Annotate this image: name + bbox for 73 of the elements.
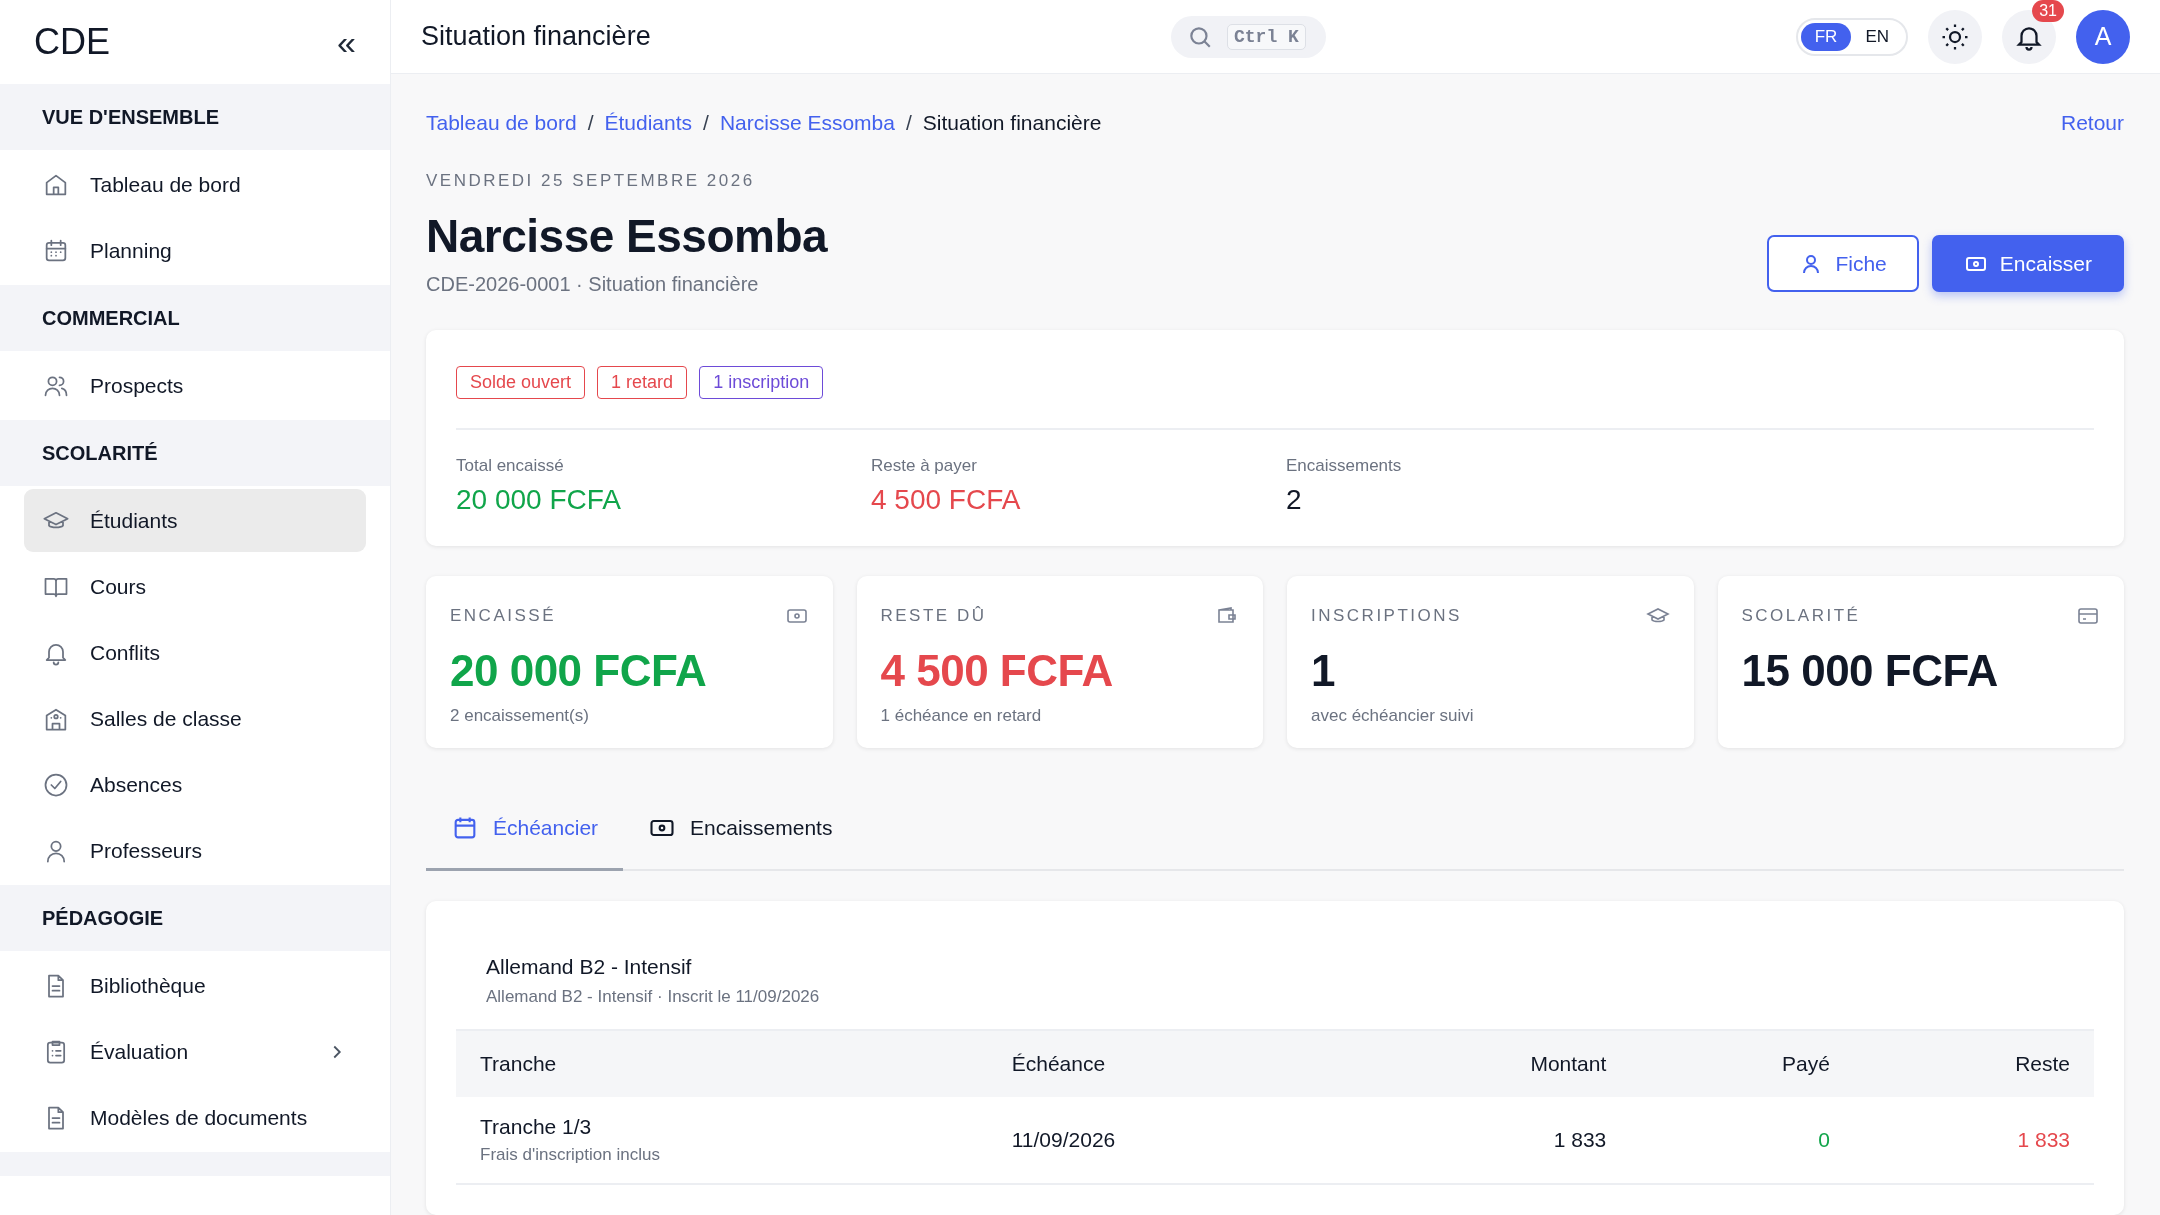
collect-button[interactable]: Encaisser [1931,235,2124,292]
metric-value: 2 [1286,484,1303,516]
stat-value: 1 [1311,646,1336,696]
page-title: Situation financière [421,21,652,52]
stat-note: 1 échéance en retard [880,706,1043,726]
stat-label: SCOLARITÉ [1741,606,1861,626]
breadcrumb-separator: / [703,111,709,135]
stat-label: RESTE DÛ [880,606,987,626]
stat-value: 15 000 FCFA [1741,646,1999,696]
sidebar-item[interactable]: Modèles de documents [24,1086,366,1149]
back-link[interactable]: Retour [2060,111,2124,135]
sidebar-item[interactable]: Étudiants [24,489,366,552]
collapse-sidebar-button[interactable]: « [337,22,356,62]
sidebar-item[interactable]: Bibliothèque [24,954,366,1017]
status-tag: 1 inscription [699,366,824,399]
section-heading: SCOLARITÉ [0,420,390,486]
metric-label: Encaissements [1286,456,1403,476]
sidebar-item[interactable]: Conflits [24,621,366,684]
sidebar-item[interactable]: Professeurs [24,819,366,882]
student-name: Narcisse Essomba [426,209,828,263]
breadcrumb-link[interactable]: Étudiants [604,111,693,135]
table-cell: 11/09/2026 [1011,1128,1116,1151]
sidebar-item[interactable]: Cours [24,555,366,618]
sidebar-item[interactable]: Planning [24,219,366,282]
column-header: Reste [1854,1030,2094,1097]
stat-note: avec échéancier suivi [1311,706,1475,726]
stat-label: INSCRIPTIONS [1311,606,1462,626]
column-header: Tranche [456,1030,988,1097]
breadcrumb-separator: / [587,111,594,135]
column-header: Montant [1341,1030,1631,1097]
metric-value: 4 500 FCFA [871,484,1022,516]
table-cell-text: Tranche 1/3 [480,1115,593,1139]
app-logo: CDE [34,21,110,63]
stat-label: ENCAISSÉ [450,606,556,626]
student-subtitle: CDE-2026-0001 · Situation financière [426,273,760,296]
profile-button[interactable]: Fiche [1767,235,1919,292]
section-heading: VUE D'ENSEMBLE [0,84,390,150]
section-heading: COMMERCIAL [0,285,390,351]
breadcrumb-link[interactable]: Narcisse Essomba [719,111,895,135]
metric-label: Total encaissé [456,456,565,476]
tab[interactable]: Encaissements [623,796,858,871]
table-cell: 1 833 [1553,1128,1607,1151]
sidebar-item[interactable]: Tableau de bord [24,153,366,216]
status-tag: 1 retard [597,366,688,399]
tab[interactable]: Échéancier [426,796,624,871]
status-tag: Solde ouvert [456,366,586,399]
metric-value: 20 000 FCFA [456,484,622,516]
course-title: Allemand B2 - Intensif [485,955,693,979]
table-cell-note: Frais d'inscription inclus [480,1145,661,1165]
sidebar-item[interactable]: Prospects [24,354,366,417]
avatar-button[interactable]: A [2076,9,2130,64]
breadcrumb-separator: / [905,111,912,135]
column-header: Échéance [987,1030,1342,1097]
shortcut-key: Ctrl K [1227,23,1306,50]
metric-label: Reste à payer [871,456,978,476]
date-label: VENDREDI 25 SEPTEMBRE 2026 [426,171,756,191]
breadcrumb-link[interactable]: Tableau de bord [426,111,577,135]
sidebar-item[interactable]: Salles de classe [24,687,366,750]
table-cell: 1 833 [2017,1128,2070,1151]
language-option[interactable]: FR [1800,22,1852,51]
course-note: Allemand B2 - Intensif · Inscrit le 11/09/2026 [485,987,821,1007]
language-option[interactable]: EN [1851,22,1903,51]
sidebar-item[interactable]: Absences [24,753,366,816]
stat-note: 2 encaissement(s) [450,706,590,726]
stat-value: 4 500 FCFA [880,646,1114,696]
notification-count: 31 [2032,0,2064,22]
sidebar-item[interactable]: Évaluation [24,1020,366,1083]
column-header: Payé [1630,1030,1854,1097]
table-cell: 0 [1818,1128,1830,1151]
search-button[interactable]: Ctrl K [1171,15,1326,58]
breadcrumb-current: Situation financière [922,111,1102,135]
stat-value: 20 000 FCFA [450,646,708,696]
section-heading: PÉDAGOGIE [0,885,390,951]
